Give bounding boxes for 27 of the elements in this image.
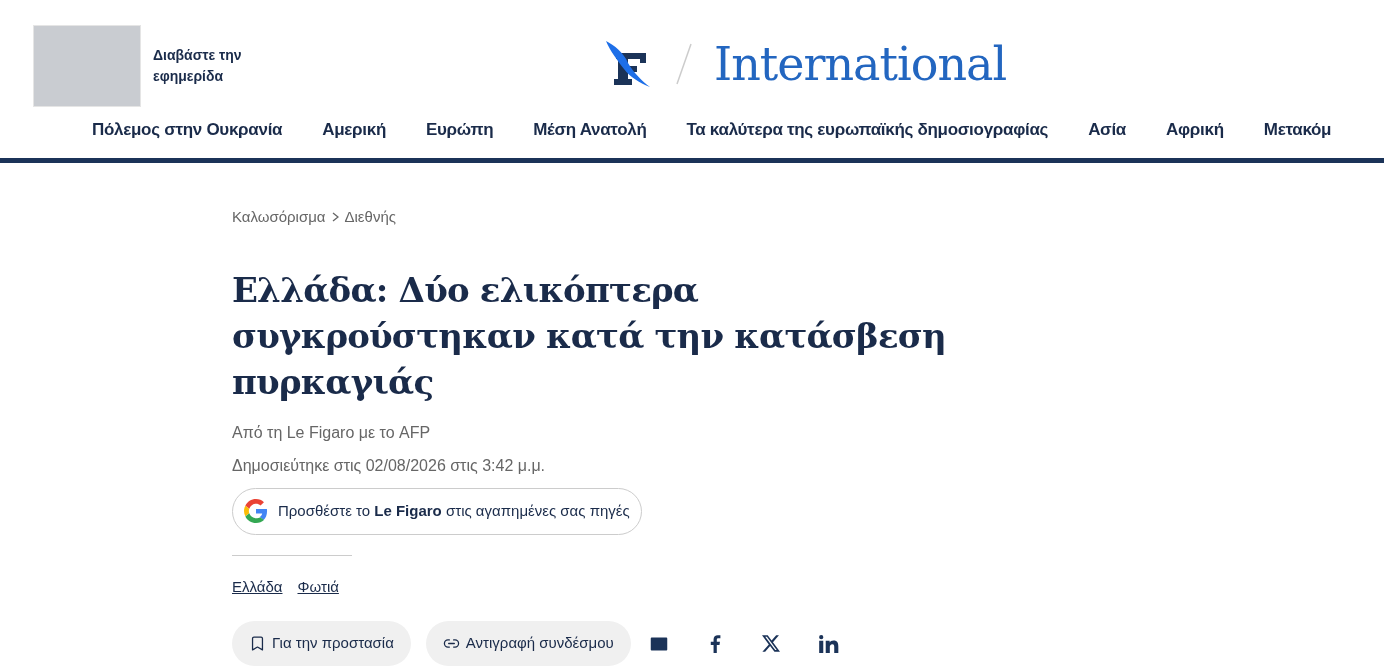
facebook-share-icon[interactable] bbox=[708, 634, 721, 653]
newspaper-link[interactable]: Διαβάστε την εφημερίδα bbox=[153, 45, 263, 87]
x-share-icon[interactable] bbox=[761, 635, 780, 652]
copy-link-button[interactable]: Αντιγραφή συνδέσμου bbox=[425, 621, 631, 666]
article-title: Ελλάδα: Δύο ελικόπτερα συγκρούστηκαν κατά την κατάσβεση πυρκαγιάς bbox=[232, 268, 947, 404]
nav-link[interactable]: Πόλεμος στην Ουκρανία bbox=[92, 117, 283, 143]
breadcrumb-link[interactable]: Καλωσόρισμα bbox=[232, 206, 326, 229]
bookmark-icon bbox=[249, 635, 266, 652]
google-g-icon bbox=[244, 499, 268, 523]
publish-date: Δημοσιεύτηκε στις 02/08/2026 στις 3:42 μ.μ. bbox=[232, 455, 547, 476]
nav-link[interactable]: Τα καλύτερα της ευρωπαϊκής δημοσιογραφίας bbox=[686, 117, 1049, 143]
section-title[interactable]: International bbox=[714, 36, 1007, 92]
save-button[interactable]: Για την προστασία bbox=[232, 621, 411, 666]
nav-link[interactable]: Μετακόμ bbox=[1263, 117, 1332, 143]
chevron-right-icon bbox=[331, 212, 339, 223]
slash-divider bbox=[676, 43, 692, 85]
linkedin-share-icon[interactable] bbox=[818, 634, 839, 653]
tag-link[interactable]: Ελλάδα bbox=[232, 575, 283, 598]
breadcrumb-link[interactable]: Διεθνής bbox=[344, 206, 396, 229]
nav-link[interactable]: Μέση Ανατολή bbox=[533, 117, 647, 143]
nav-link[interactable]: Ευρώπη bbox=[426, 117, 494, 143]
nav-link[interactable]: Ασία bbox=[1088, 117, 1127, 143]
nav-link[interactable]: Αμερική bbox=[322, 117, 386, 143]
byline: Από τη Le Figaro με το AFP bbox=[232, 422, 432, 443]
tag-link[interactable]: Φωτιά bbox=[297, 575, 339, 598]
feather-f-logo[interactable] bbox=[604, 39, 650, 89]
nav-link[interactable]: Αφρική bbox=[1166, 117, 1224, 143]
